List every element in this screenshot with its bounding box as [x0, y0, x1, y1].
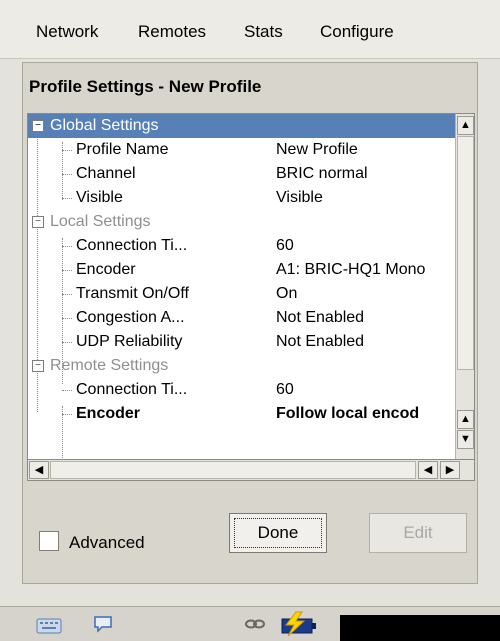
node-label: Remote Settings	[50, 357, 169, 374]
scroll-left-arrow-icon[interactable]: ◀	[418, 461, 438, 479]
scroll-left-arrow-icon[interactable]: ◀	[29, 461, 49, 479]
row-label: Visible	[76, 189, 123, 206]
tree-row-remote-connection-timeout[interactable]: Connection Ti... 60	[28, 378, 456, 402]
profile-settings-panel: Profile Settings - New Profile − Global …	[22, 62, 478, 584]
row-label: Encoder	[76, 405, 141, 422]
keyboard-icon[interactable]	[36, 615, 64, 635]
scroll-right-arrow-icon[interactable]: ▶	[440, 461, 460, 479]
row-label: Connection Ti...	[76, 237, 188, 254]
row-value: A1: BRIC-HQ1 Mono	[276, 261, 426, 278]
edit-button[interactable]: Edit	[369, 513, 467, 553]
status-display	[340, 615, 500, 641]
menu-bar: Network Remotes Stats Configure	[0, 0, 500, 59]
focus-ring	[234, 518, 322, 548]
row-label: Channel	[76, 165, 136, 182]
panel-title: Profile Settings - New Profile	[29, 77, 262, 96]
menu-remotes[interactable]: Remotes	[138, 22, 206, 42]
done-button[interactable]: Done	[229, 513, 327, 553]
tree-vertical-scrollbar[interactable]: ▲ ▲ ▼	[455, 114, 474, 461]
collapse-icon[interactable]: −	[32, 120, 44, 132]
tree-row-congestion[interactable]: Congestion A... Not Enabled	[28, 306, 456, 330]
tree-row-channel[interactable]: Channel BRIC normal	[28, 162, 456, 186]
row-value: Follow local encod	[276, 405, 420, 422]
node-label: Local Settings	[50, 213, 151, 230]
row-label: Congestion A...	[76, 309, 185, 326]
row-value: Not Enabled	[276, 309, 365, 326]
row-value: 60	[276, 237, 294, 254]
row-label: Transmit On/Off	[76, 285, 189, 302]
scroll-up-arrow-icon[interactable]: ▲	[457, 116, 474, 135]
tree-node-global-settings[interactable]: − Global Settings	[28, 114, 456, 138]
tree-horizontal-scrollbar[interactable]: ◀ ◀ ▶	[27, 459, 475, 481]
row-value: New Profile	[276, 141, 358, 158]
row-value: Not Enabled	[276, 333, 365, 350]
row-label: Connection Ti...	[76, 381, 188, 398]
tree-row-connection-timeout[interactable]: Connection Ti... 60	[28, 234, 456, 258]
row-value: BRIC normal	[276, 165, 368, 182]
tree-node-local-settings[interactable]: − Local Settings	[28, 210, 456, 234]
tree-row-remote-encoder[interactable]: Encoder Follow local encod	[28, 402, 456, 426]
settings-tree[interactable]: − Global Settings Profile Name New Profi…	[27, 113, 475, 462]
node-label: Global Settings	[50, 117, 159, 134]
scroll-down-arrow-icon[interactable]: ▼	[457, 430, 474, 449]
tree-row-visible[interactable]: Visible Visible	[28, 186, 456, 210]
tree-row-profile-name[interactable]: Profile Name New Profile	[28, 138, 456, 162]
menu-network[interactable]: Network	[36, 22, 98, 42]
tree-row-transmit[interactable]: Transmit On/Off On	[28, 282, 456, 306]
collapse-icon[interactable]: −	[32, 216, 44, 228]
status-bar	[0, 606, 500, 641]
scroll-thumb[interactable]	[457, 136, 474, 370]
edit-label: Edit	[403, 523, 433, 542]
row-label: UDP Reliability	[76, 333, 183, 350]
row-label: Encoder	[76, 261, 136, 278]
link-icon	[245, 619, 265, 629]
row-value: 60	[276, 381, 294, 398]
horizontal-scroll-thumb[interactable]	[50, 461, 416, 479]
collapse-icon[interactable]: −	[32, 360, 44, 372]
menu-stats[interactable]: Stats	[244, 22, 283, 42]
row-value: Visible	[276, 189, 323, 206]
scroll-up-arrow-icon[interactable]: ▲	[457, 410, 474, 429]
battery-charging-icon	[281, 611, 316, 637]
row-label: Profile Name	[76, 141, 169, 158]
tree-node-remote-settings[interactable]: − Remote Settings	[28, 354, 456, 378]
tree-row-udp-reliability[interactable]: UDP Reliability Not Enabled	[28, 330, 456, 354]
menu-configure[interactable]: Configure	[320, 22, 394, 42]
advanced-checkbox[interactable]	[39, 531, 59, 551]
advanced-label: Advanced	[69, 533, 145, 552]
row-value: On	[276, 285, 298, 302]
tree-row-encoder[interactable]: Encoder A1: BRIC-HQ1 Mono	[28, 258, 456, 282]
chat-icon[interactable]	[92, 613, 114, 635]
